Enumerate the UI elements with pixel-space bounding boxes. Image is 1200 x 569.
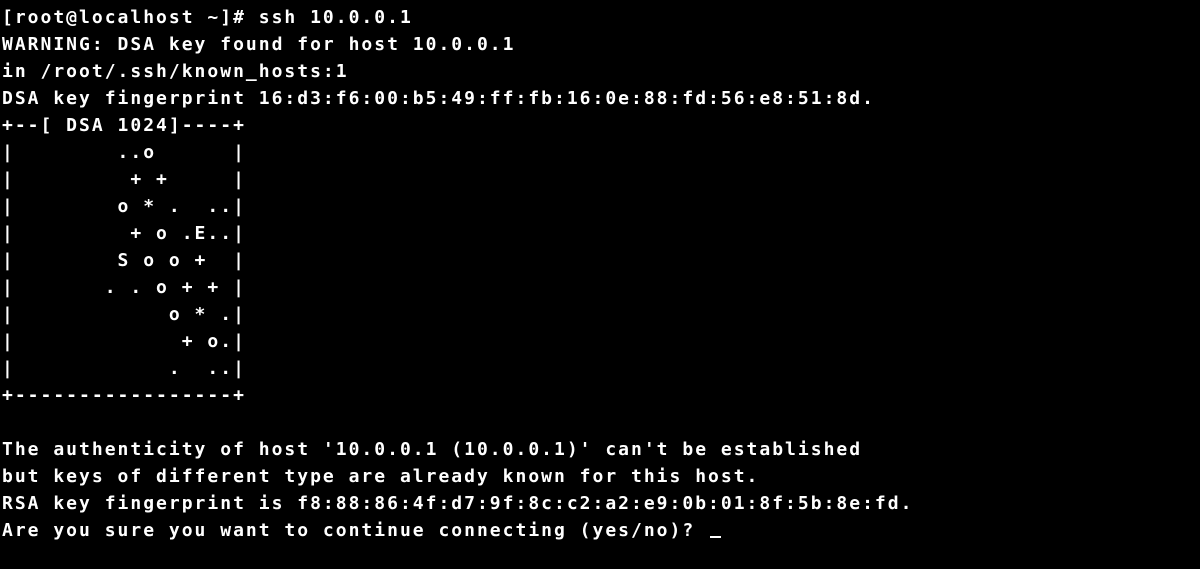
- randomart-bottom: +-----------------+: [2, 385, 246, 406]
- continue-prompt[interactable]: Are you sure you want to continue connec…: [2, 520, 708, 541]
- randomart-row: | o * .|: [2, 304, 246, 325]
- randomart-row: | o * . ..|: [2, 196, 246, 217]
- randomart-row: | + o.|: [2, 331, 246, 352]
- randomart-row: | . ..|: [2, 358, 246, 379]
- prompt-line: [root@localhost ~]# ssh 10.0.0.1: [2, 7, 413, 28]
- warning-line: WARNING: DSA key found for host 10.0.0.1: [2, 34, 515, 55]
- dsa-fingerprint-line: DSA key fingerprint 16:d3:f6:00:b5:49:ff…: [2, 88, 875, 109]
- randomart-row: | S o o + |: [2, 250, 246, 271]
- terminal-output: [root@localhost ~]# ssh 10.0.0.1 WARNING…: [0, 0, 1200, 544]
- cursor-icon: [710, 536, 721, 538]
- rsa-fingerprint-line: RSA key fingerprint is f8:88:86:4f:d7:9f…: [2, 493, 913, 514]
- auth-line1: The authenticity of host '10.0.0.1 (10.0…: [2, 439, 862, 460]
- known-hosts-line: in /root/.ssh/known_hosts:1: [2, 61, 349, 82]
- auth-line2: but keys of different type are already k…: [2, 466, 759, 487]
- randomart-top: +--[ DSA 1024]----+: [2, 115, 246, 136]
- randomart-row: | ..o |: [2, 142, 246, 163]
- randomart-row: | + + |: [2, 169, 246, 190]
- randomart-row: | + o .E..|: [2, 223, 246, 244]
- randomart-row: | . . o + + |: [2, 277, 246, 298]
